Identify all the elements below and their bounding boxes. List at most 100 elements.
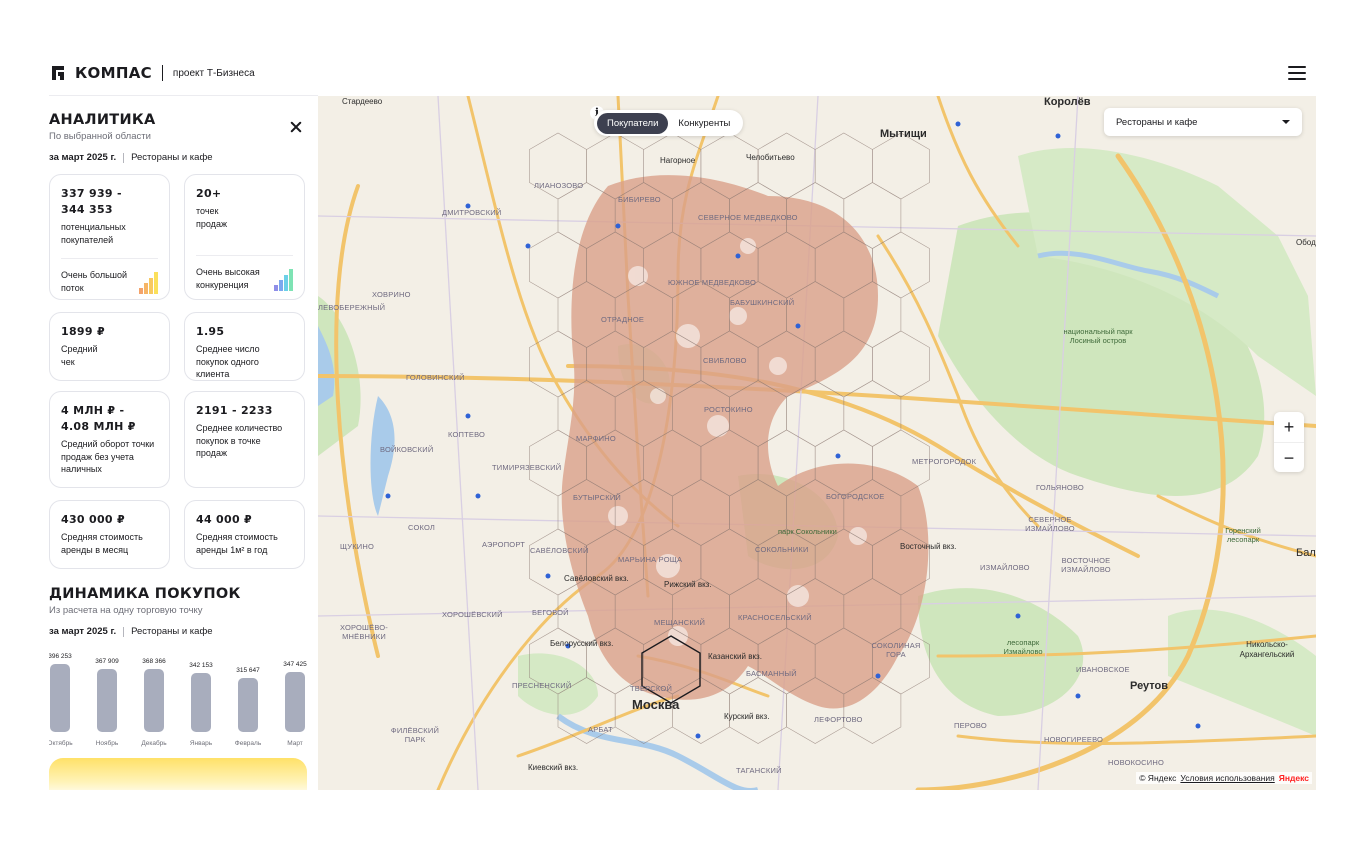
bar[interactable]: [50, 664, 70, 732]
metric-value: 20+: [196, 187, 222, 200]
bar-column: 342 153 Январь: [182, 656, 213, 756]
close-icon[interactable]: [289, 120, 303, 134]
app-header: КОМПАС проект Т-Бизнеса: [0, 0, 1360, 96]
dynamics-title: ДИНАМИКА ПОКУПОК: [49, 586, 241, 602]
city-label: Москва: [632, 697, 680, 712]
place-label: Белорусский вкз.: [550, 639, 614, 648]
district-label: СОКОЛИНАЯ ГОРА: [871, 641, 921, 659]
metric-label: Средняя стоимость аренды в месяц: [61, 532, 143, 555]
brand-name: КОМПАС: [75, 64, 152, 82]
tab-competitors[interactable]: Конкуренты: [668, 113, 740, 134]
district-label: ИВАНОВСКОЕ: [1076, 665, 1130, 674]
bar-month-label: Декабрь: [141, 740, 167, 747]
zoom-in-button[interactable]: +: [1274, 412, 1304, 443]
district-label: ПЕРОВО: [954, 721, 987, 730]
bar-value-label: 315 647: [236, 667, 260, 674]
metric-card-avg-check: 1899 ₽ Средний чек: [49, 312, 170, 381]
district-label: ТИМИРЯЗЕВСКИЙ: [492, 463, 562, 472]
metric-label: Среднее число покупок одного клиента: [196, 344, 260, 379]
park-label: лесопарк Измайлово: [1003, 638, 1043, 656]
bar-column: 368 366 Декабрь: [135, 656, 166, 756]
district-label: СВИБЛОВО: [703, 356, 747, 365]
district-label: ХОРОШЁВСКИЙ: [442, 610, 503, 619]
metric-value: 1899 ₽: [61, 325, 105, 338]
bar-column: 315 647 Февраль: [229, 656, 261, 756]
category-select[interactable]: Рестораны и кафе: [1104, 108, 1302, 136]
terms-link[interactable]: Условия использования: [1180, 773, 1274, 783]
metric-card-buyers: 337 939 - 344 353 потенциальных покупате…: [49, 174, 170, 300]
place-label: Киевский вкз.: [528, 763, 579, 772]
card-divider: [61, 258, 158, 259]
district-label: БАБУШКИНСКИЙ: [730, 298, 795, 307]
city-label: Королёв: [1044, 96, 1091, 108]
district-label: НОВОГИРЕЕВО: [1044, 735, 1104, 744]
analytics-period: за март 2025 г. Рестораны и кафе: [49, 152, 213, 163]
metric-card-turnover: 4 млн ₽ - 4.08 млн ₽ Средний оборот точк…: [49, 391, 170, 488]
bar-month-label: Октябрь: [49, 740, 73, 747]
district-label: СОКОЛ: [408, 523, 436, 532]
district-label: БАСМАННЫЙ: [746, 669, 797, 678]
flow-level-icon: [139, 270, 158, 294]
district-label: ВОСТОЧНОЕ ИЗМАЙЛОВО: [1061, 556, 1111, 574]
map-view[interactable]: СЕВЕРНОЕ МЕДВЕДКОВО ЮЖНОЕ МЕДВЕДКОВО БАБ…: [318, 96, 1316, 790]
district-label: МЕЩАНСКИЙ: [654, 618, 706, 627]
park-label: национальный парк Лосиный остров: [1063, 327, 1133, 345]
bar-month-label: Январь: [189, 740, 213, 747]
district-label: ТВЕРСКОЙ: [630, 684, 673, 693]
analytics-title: АНАЛИТИКА: [49, 112, 156, 128]
bar[interactable]: [191, 673, 211, 732]
bar[interactable]: [285, 672, 305, 732]
metric-footer: Очень большой поток: [61, 269, 158, 294]
district-label: ЩУКИНО: [340, 542, 375, 551]
logo[interactable]: КОМПАС проект Т-Бизнеса: [49, 64, 255, 82]
tab-buyers[interactable]: Покупатели: [597, 112, 669, 134]
district-label: ЮЖНОЕ МЕДВЕДКОВО: [668, 278, 756, 287]
bar[interactable]: [238, 678, 258, 732]
hex-cell[interactable]: [729, 677, 787, 744]
metric-level: Очень высокая конкуренция: [196, 267, 260, 290]
map-mode-tabs: Покупатели Конкуренты: [594, 110, 744, 136]
district-label: НОВОКОСИНО: [1108, 758, 1165, 767]
card-divider: [196, 255, 293, 256]
action-button[interactable]: [49, 758, 307, 790]
category-label: Рестораны и кафе: [131, 626, 213, 637]
zoom-out-button[interactable]: −: [1274, 443, 1304, 473]
district-label: ЛЕВОБЕРЕЖНЫЙ: [318, 303, 386, 312]
district-label: КРАСНОСЕЛЬСКИЙ: [738, 613, 812, 622]
metric-card-purchases-count: 2191 - 2233 Среднее количество покупок в…: [184, 391, 305, 488]
metric-value: 2191 - 2233: [196, 404, 273, 417]
district-label: АЭРОПОРТ: [482, 540, 525, 549]
park-label: парк Сокольники: [778, 527, 837, 536]
metric-card-rent-month: 430 000 ₽ Средняя стоимость аренды в мес…: [49, 500, 170, 569]
bar-value-label: 342 153: [189, 662, 213, 669]
district-label: ДМИТРОВСКИЙ: [442, 208, 502, 217]
district-label: РОСТОКИНО: [704, 405, 753, 414]
hex-cell[interactable]: [814, 132, 873, 200]
district-label: ХОРОШЁВО-МНЁВНИКИ: [339, 623, 389, 641]
metric-value: 337 939 - 344 353: [61, 187, 122, 216]
metric-label: потенциальных покупателей: [61, 222, 126, 245]
district-label: САВЁЛОВСКИЙ: [530, 546, 589, 555]
district-label: СОКОЛЬНИКИ: [755, 545, 809, 554]
metric-card-rent-sqm: 44 000 ₽ Средняя стоимость аренды 1м² в …: [184, 500, 305, 569]
menu-icon[interactable]: [1288, 66, 1306, 82]
bar-column: 367 909 Ноябрь: [88, 656, 119, 756]
bar[interactable]: [144, 669, 164, 732]
zoom-controls: + −: [1274, 412, 1304, 472]
place-label: Нагорное: [660, 156, 696, 165]
hex-cell[interactable]: [872, 132, 930, 200]
analytics-header: АНАЛИТИКА По выбранной области за март 2…: [49, 112, 213, 163]
dynamics-subtitle: Из расчета на одну торговую точку: [49, 605, 203, 616]
park-label: Горенский лесопарк: [1225, 526, 1261, 544]
district-label: ФИЛЁВСКИЙ ПАРК: [390, 726, 440, 744]
period-label: за март 2025 г.: [49, 626, 117, 637]
period-divider: [123, 626, 125, 637]
copyright-text: © Яндекс: [1139, 773, 1177, 783]
bar[interactable]: [97, 669, 117, 732]
hex-cell[interactable]: [757, 132, 816, 200]
bar-value-label: 367 909: [95, 658, 119, 665]
hex-cell[interactable]: [872, 330, 930, 398]
place-label: Ободинское: [1296, 238, 1316, 247]
district-label: ПРЕСНЕНСКИЙ: [512, 681, 572, 690]
city-label: Реутов: [1130, 680, 1169, 692]
